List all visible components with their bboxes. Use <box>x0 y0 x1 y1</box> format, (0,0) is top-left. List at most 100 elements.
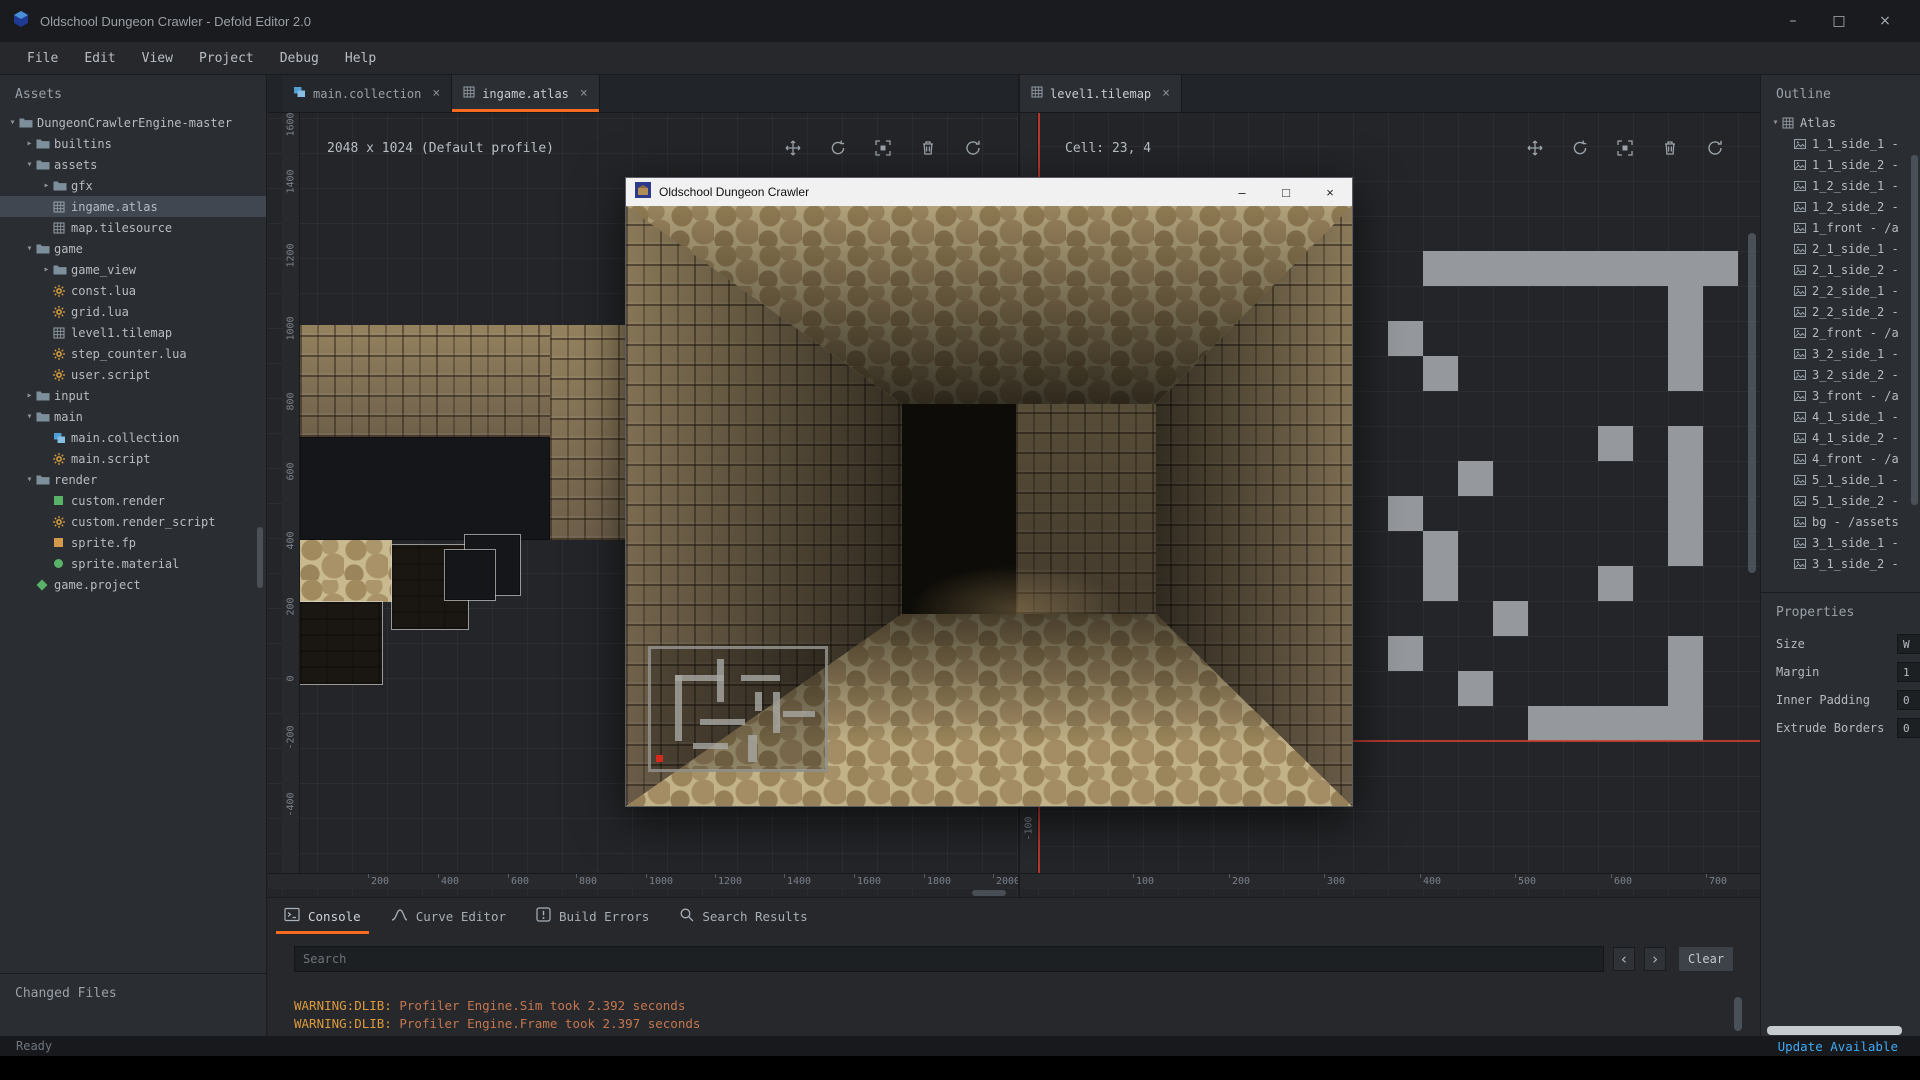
outline-item-1-2-side-2[interactable]: 1_2_side_2 - <box>1761 196 1920 217</box>
chevron-right-icon[interactable]: ▸ <box>23 138 36 149</box>
trash-tool-button[interactable] <box>915 137 941 163</box>
atlas-image-thumbnail[interactable] <box>300 437 550 540</box>
game-close-button[interactable]: × <box>1308 178 1352 206</box>
chevron-down-icon[interactable]: ▾ <box>23 243 36 254</box>
menu-debug[interactable]: Debug <box>267 42 332 74</box>
asset-item-game[interactable]: ▾ game <box>0 238 266 259</box>
menu-edit[interactable]: Edit <box>71 42 128 74</box>
asset-item-user-script[interactable]: user.script <box>0 364 266 385</box>
asset-item-main-collection[interactable]: main.collection <box>0 427 266 448</box>
chevron-right-icon[interactable]: ▸ <box>23 390 36 401</box>
tab-close-icon[interactable]: × <box>432 86 440 101</box>
console-search-input[interactable] <box>294 946 1604 972</box>
asset-item-const-lua[interactable]: const.lua <box>0 280 266 301</box>
atlas-image-thumbnail[interactable] <box>445 550 495 600</box>
asset-item-assets[interactable]: ▾ assets <box>0 154 266 175</box>
asset-item-builtins[interactable]: ▸ builtins <box>0 133 266 154</box>
asset-item-grid-lua[interactable]: grid.lua <box>0 301 266 322</box>
outline-item-3-2-side-2[interactable]: 3_2_side_2 - <box>1761 364 1920 385</box>
asset-item-game-view[interactable]: ▸ game_view <box>0 259 266 280</box>
asset-item-ingame-atlas[interactable]: ingame.atlas <box>0 196 266 217</box>
outline-item-1-front-a[interactable]: 1_front - /a <box>1761 217 1920 238</box>
outline-item-2-1-side-1[interactable]: 2_1_side_1 - <box>1761 238 1920 259</box>
update-available-link[interactable]: Update Available <box>1778 1039 1898 1054</box>
asset-item-render[interactable]: ▾ render <box>0 469 266 490</box>
horizontal-scrollbar[interactable] <box>972 890 1006 896</box>
outline-item-2-2-side-1[interactable]: 2_2_side_1 - <box>1761 280 1920 301</box>
outline-item-4-front-a[interactable]: 4_front - /a <box>1761 448 1920 469</box>
menu-project[interactable]: Project <box>186 42 267 74</box>
atlas-image-thumbnail[interactable] <box>300 325 550 437</box>
asset-item-dungeoncrawlerengine-master[interactable]: ▾ DungeonCrawlerEngine-master <box>0 112 266 133</box>
outline-item-3-front-a[interactable]: 3_front - /a <box>1761 385 1920 406</box>
outline-item-4-1-side-2[interactable]: 4_1_side_2 - <box>1761 427 1920 448</box>
asset-item-game-project[interactable]: game.project <box>0 574 266 595</box>
tab-main-collection[interactable]: main.collection × <box>282 75 452 112</box>
bottom-tab-search-results[interactable]: Search Results <box>679 898 807 934</box>
outline-item-bg-assets[interactable]: bg - /assets <box>1761 511 1920 532</box>
console-scrollbar[interactable] <box>1734 997 1742 1031</box>
chevron-right-icon[interactable]: ▸ <box>40 264 53 275</box>
frame-tool-button[interactable] <box>1612 137 1638 163</box>
chevron-down-icon[interactable]: ▾ <box>1769 117 1782 128</box>
tab-close-icon[interactable]: × <box>1162 86 1170 101</box>
game-maximize-button[interactable]: □ <box>1264 178 1308 206</box>
search-next-button[interactable]: › <box>1644 947 1666 971</box>
tab-level1-tilemap[interactable]: level1.tilemap × <box>1020 75 1182 112</box>
menu-help[interactable]: Help <box>332 42 389 74</box>
clear-button[interactable]: Clear <box>1678 946 1734 972</box>
rotate-tool-button[interactable] <box>825 137 851 163</box>
outline-item-2-2-side-2[interactable]: 2_2_side_2 - <box>1761 301 1920 322</box>
move-tool-button[interactable] <box>1522 137 1548 163</box>
asset-item-gfx[interactable]: ▸ gfx <box>0 175 266 196</box>
property-field[interactable]: W <box>1897 634 1920 654</box>
outline-item-5-1-side-1[interactable]: 5_1_side_1 - <box>1761 469 1920 490</box>
minimize-button[interactable]: – <box>1770 0 1816 42</box>
menu-view[interactable]: View <box>129 42 186 74</box>
asset-item-step-counter-lua[interactable]: step_counter.lua <box>0 343 266 364</box>
outline-item-4-1-side-1[interactable]: 4_1_side_1 - <box>1761 406 1920 427</box>
asset-item-level1-tilemap[interactable]: level1.tilemap <box>0 322 266 343</box>
outline-item-1-1-side-1[interactable]: 1_1_side_1 - <box>1761 133 1920 154</box>
outline-item-1-1-side-2[interactable]: 1_1_side_2 - <box>1761 154 1920 175</box>
property-field[interactable]: 1 <box>1897 662 1920 682</box>
outline-item-3-2-side-1[interactable]: 3_2_side_1 - <box>1761 343 1920 364</box>
outline-item-2-front-a[interactable]: 2_front - /a <box>1761 322 1920 343</box>
refresh-tool-button[interactable] <box>960 137 986 163</box>
asset-item-custom-render-script[interactable]: custom.render_script <box>0 511 266 532</box>
outline-scrollbar[interactable] <box>1911 155 1918 505</box>
trash-tool-button[interactable] <box>1657 137 1683 163</box>
outline-item-3-1-side-1[interactable]: 3_1_side_1 - <box>1761 532 1920 553</box>
maximize-button[interactable]: □ <box>1816 0 1862 42</box>
move-tool-button[interactable] <box>780 137 806 163</box>
menu-file[interactable]: File <box>14 42 71 74</box>
chevron-down-icon[interactable]: ▾ <box>6 117 19 128</box>
outline-item-2-1-side-2[interactable]: 2_1_side_2 - <box>1761 259 1920 280</box>
outline-item-3-1-side-2[interactable]: 3_1_side_2 - <box>1761 553 1920 574</box>
atlas-image-thumbnail[interactable] <box>300 540 392 602</box>
asset-item-main[interactable]: ▾ main <box>0 406 266 427</box>
tab-ingame-atlas[interactable]: ingame.atlas × <box>452 75 600 112</box>
asset-item-main-script[interactable]: main.script <box>0 448 266 469</box>
asset-item-sprite-material[interactable]: sprite.material <box>0 553 266 574</box>
game-viewport[interactable] <box>626 206 1352 806</box>
frame-tool-button[interactable] <box>870 137 896 163</box>
outline-item-5-1-side-2[interactable]: 5_1_side_2 - <box>1761 490 1920 511</box>
close-button[interactable]: × <box>1862 0 1908 42</box>
bottom-tab-curve-editor[interactable]: Curve Editor <box>391 898 506 934</box>
tab-close-icon[interactable]: × <box>580 86 588 101</box>
outline-root-atlas[interactable]: ▾ Atlas <box>1761 112 1920 133</box>
chevron-down-icon[interactable]: ▾ <box>23 411 36 422</box>
asset-item-input[interactable]: ▸ input <box>0 385 266 406</box>
vertical-scrollbar[interactable] <box>1748 233 1756 573</box>
property-field[interactable]: 0 <box>1897 718 1920 738</box>
asset-item-sprite-fp[interactable]: sprite.fp <box>0 532 266 553</box>
asset-item-custom-render[interactable]: custom.render <box>0 490 266 511</box>
chevron-down-icon[interactable]: ▾ <box>23 474 36 485</box>
chevron-down-icon[interactable]: ▾ <box>23 159 36 170</box>
game-minimize-button[interactable]: – <box>1220 178 1264 206</box>
atlas-image-thumbnail[interactable] <box>300 602 382 684</box>
bottom-tab-console[interactable]: Console <box>284 898 361 934</box>
asset-item-map-tilesource[interactable]: map.tilesource <box>0 217 266 238</box>
game-window-title-bar[interactable]: Oldschool Dungeon Crawler – □ × <box>626 178 1352 206</box>
